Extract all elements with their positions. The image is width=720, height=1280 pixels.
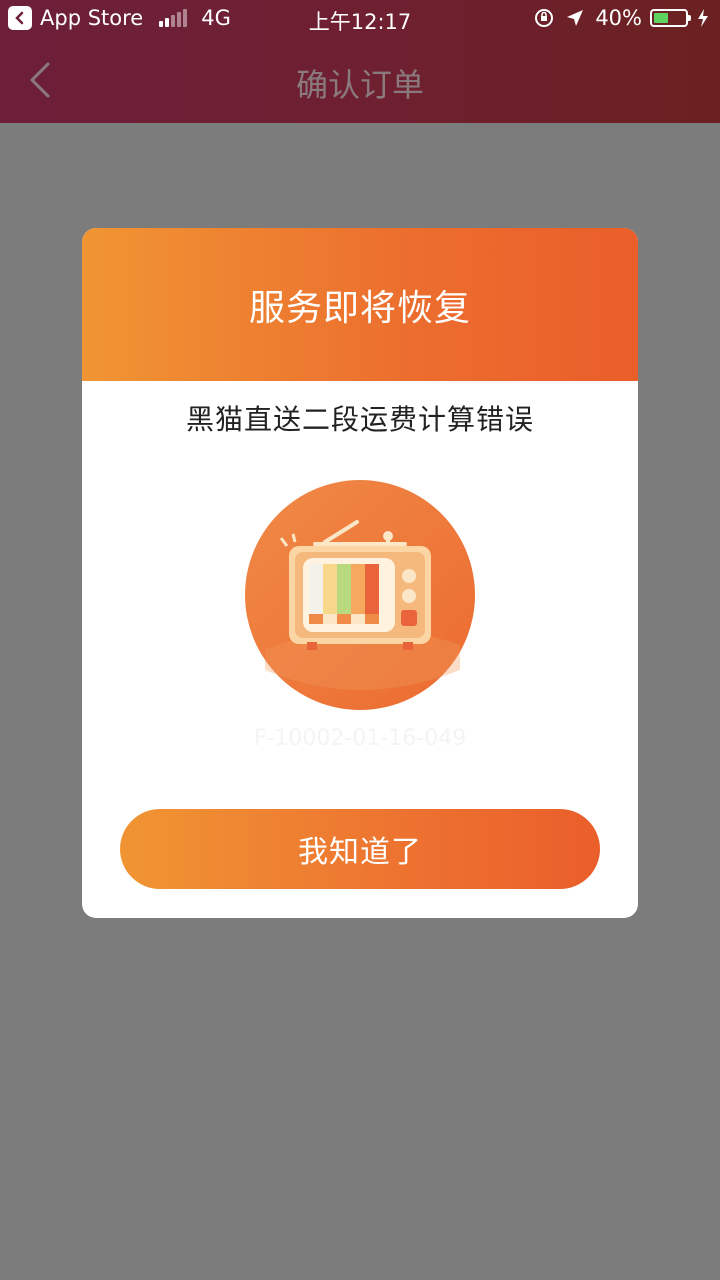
orientation-lock-icon <box>535 9 554 27</box>
nav-header: 确认订单 <box>0 40 720 123</box>
confirm-button[interactable]: 我知道了 <box>120 809 600 889</box>
battery-percent: 40% <box>595 6 642 30</box>
error-code: F-10002-01-16-049 <box>253 726 467 751</box>
status-bar: App Store 4G 上午12:17 40% <box>0 0 720 40</box>
page-title: 确认订单 <box>295 66 424 104</box>
status-right: 40% <box>533 6 710 30</box>
dialog-header: 服务即将恢复 <box>82 228 638 381</box>
error-dialog: 服务即将恢复 黑猫直送二段运费计算错误 F-10002-01-16-049 我知… <box>82 228 638 918</box>
charging-bolt-icon <box>698 9 708 27</box>
retro-tv-icon <box>245 480 475 710</box>
battery-icon <box>650 9 691 27</box>
location-arrow-icon <box>567 10 584 26</box>
dialog-message: 黑猫直送二段运费计算错误 <box>185 403 534 436</box>
dialog-title: 服务即将恢复 <box>248 287 471 329</box>
